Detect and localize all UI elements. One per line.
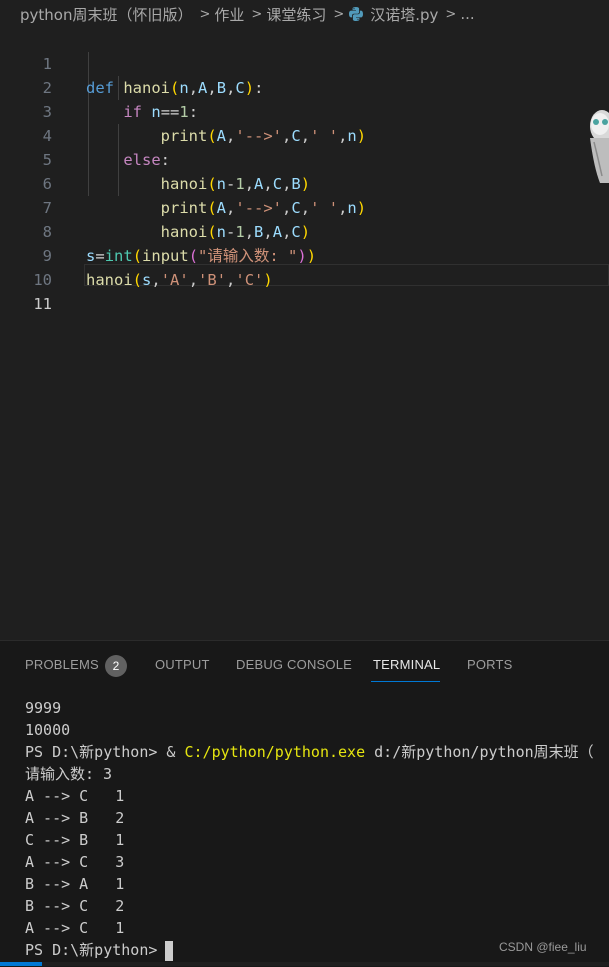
code-line: 9 hanoi(s,'A','B','C'): [0, 220, 609, 289]
watermark: CSDN @fiee_liu: [499, 940, 587, 954]
mascot-sticker-icon: [590, 110, 609, 183]
chevron-right-icon: >: [251, 6, 263, 22]
panel-tabs: PROBLEMS 2 OUTPUT DEBUG CONSOLE TERMINAL…: [0, 641, 609, 689]
code-line: 8 s=int(input("请输入数: ")): [0, 196, 609, 265]
terminal-move-line: B --> A 1: [25, 875, 125, 893]
terminal-cursor: [165, 940, 174, 961]
terminal-move-line: A --> C 1: [25, 787, 125, 805]
terminal-command-line: PS D:\新python> & C:/python/python.exe d:…: [25, 741, 594, 763]
status-bar-remote-indicator[interactable]: [0, 962, 42, 966]
active-tab-indicator: [371, 681, 440, 682]
code-line: 7 hanoi(n-1,B,A,C): [0, 172, 609, 241]
tab-output[interactable]: OUTPUT: [155, 657, 210, 672]
code-line: 6 print(A,'-->',C,' ',n): [0, 148, 609, 217]
tab-ports[interactable]: PORTS: [467, 657, 513, 672]
code-line: 4 else:: [0, 100, 609, 169]
terminal-move-line: A --> C 1: [25, 919, 125, 937]
breadcrumb-folder[interactable]: python周末班（怀旧版）: [20, 4, 192, 25]
terminal-script-path: d:/新python/python周末班（: [365, 743, 594, 761]
breadcrumb-file[interactable]: 汉诺塔.py: [370, 4, 438, 25]
code-line: 2 if n==1:: [0, 52, 609, 121]
terminal-move-line: B --> C 2: [25, 897, 125, 915]
code-editor[interactable]: 1 def hanoi(n,A,B,C): 2 if n==1: 3 print…: [0, 28, 609, 640]
status-bar: [0, 962, 609, 966]
tab-terminal[interactable]: TERMINAL: [373, 657, 440, 672]
terminal-exe-path: C:/python/python.exe: [184, 743, 366, 761]
code-line-active: 11: [0, 268, 609, 313]
code-line: 3 print(A,'-->',C,' ',n): [0, 76, 609, 145]
code-line: 1 def hanoi(n,A,B,C):: [0, 28, 609, 97]
terminal-final-prompt: PS D:\新python>: [25, 939, 174, 961]
breadcrumb-subfolder-practice[interactable]: 课堂练习: [266, 4, 326, 25]
line-number-active: 11: [33, 295, 52, 313]
tab-problems[interactable]: PROBLEMS: [25, 657, 99, 672]
terminal-output[interactable]: 9999 10000 PS D:\新python> & C:/python/py…: [25, 697, 609, 967]
terminal-line: 9999: [25, 699, 62, 717]
python-file-icon: [349, 7, 364, 21]
breadcrumb: python周末班（怀旧版） > 作业 > 课堂练习 > 汉诺塔.py > ..…: [0, 0, 609, 28]
terminal-move-line: A --> B 2: [25, 809, 125, 827]
terminal-prompt: PS D:\新python> &: [25, 743, 185, 761]
chevron-right-icon: >: [199, 6, 211, 22]
code-line: 10: [0, 244, 609, 289]
terminal-move-line: A --> C 3: [25, 853, 125, 871]
terminal-move-line: C --> B 1: [25, 831, 125, 849]
breadcrumb-subfolder-homework[interactable]: 作业: [214, 4, 244, 25]
chevron-right-icon: >: [445, 6, 457, 22]
terminal-line: 请输入数: 3: [25, 765, 113, 783]
bottom-panel: PROBLEMS 2 OUTPUT DEBUG CONSOLE TERMINAL…: [0, 640, 609, 967]
terminal-prompt: PS D:\新python>: [25, 941, 158, 959]
tab-debug-console[interactable]: DEBUG CONSOLE: [236, 657, 352, 672]
terminal-line: 10000: [25, 721, 71, 739]
chevron-right-icon: >: [333, 6, 345, 22]
breadcrumb-more[interactable]: ...: [460, 5, 474, 23]
problems-count-badge: 2: [105, 655, 127, 677]
code-line: 5 hanoi(n-1,A,C,B): [0, 124, 609, 193]
